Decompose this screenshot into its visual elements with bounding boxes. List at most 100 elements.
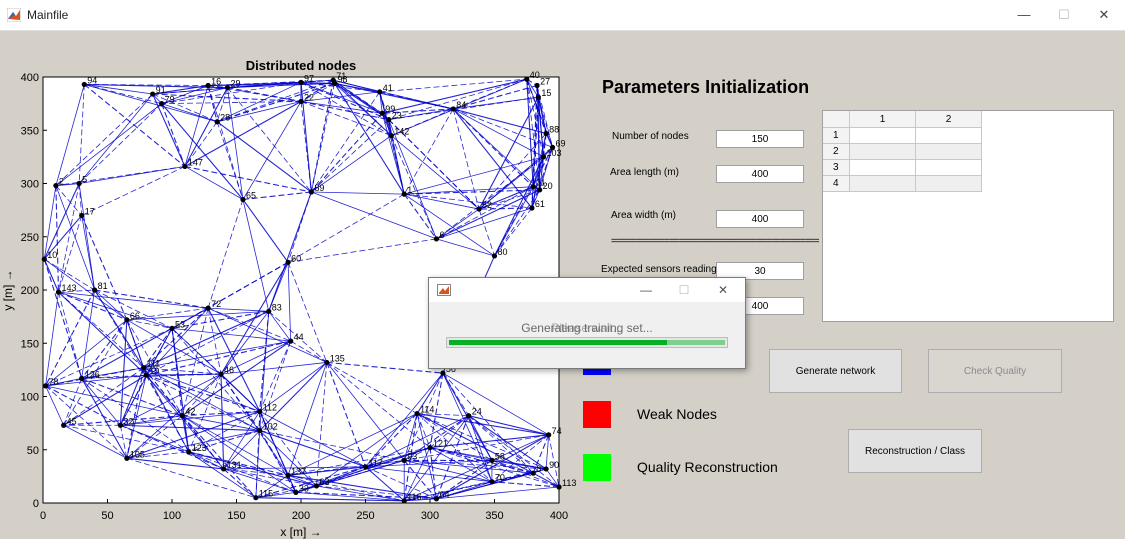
node-point[interactable] (530, 470, 536, 476)
node-point[interactable] (433, 496, 440, 502)
node-point[interactable] (218, 371, 224, 377)
table-cell[interactable] (916, 176, 982, 192)
node-point[interactable] (308, 189, 314, 195)
node-point[interactable] (182, 163, 188, 170)
node-point[interactable] (124, 317, 130, 323)
table-cell[interactable] (916, 160, 982, 176)
node-label: 45 (67, 416, 77, 426)
table-cell[interactable] (850, 160, 916, 176)
table-cell[interactable] (916, 144, 982, 160)
network-plot[interactable]: 949116 2997 719841402715228479992328142 886… (0, 0, 600, 539)
node-point[interactable] (331, 80, 338, 86)
node-point[interactable] (491, 253, 498, 259)
dialog-close-button[interactable]: ✕ (708, 280, 738, 300)
node-point[interactable] (41, 256, 47, 262)
table-cell[interactable] (850, 128, 916, 144)
node-point[interactable] (92, 287, 98, 293)
node-point[interactable] (205, 82, 211, 89)
node-point[interactable] (529, 205, 535, 211)
node-point[interactable] (466, 413, 472, 419)
node-point[interactable] (61, 422, 67, 428)
node-point[interactable] (124, 455, 130, 461)
node-point[interactable] (401, 498, 407, 504)
node-point[interactable] (266, 308, 272, 314)
area-width-input[interactable]: 400 (716, 210, 804, 228)
node-point[interactable] (450, 106, 456, 112)
node-point[interactable] (388, 132, 394, 139)
node-point[interactable] (214, 119, 220, 125)
node-point[interactable] (362, 464, 369, 470)
close-button[interactable]: ✕ (1084, 0, 1124, 30)
node-point[interactable] (489, 457, 495, 463)
node-point[interactable] (150, 91, 156, 97)
node-point[interactable] (313, 483, 320, 489)
data-table[interactable]: 1 2 1 2 3 4 (822, 110, 1114, 322)
node-point[interactable] (379, 110, 385, 116)
node-point[interactable] (534, 82, 540, 89)
table-col-header[interactable]: 1 (850, 111, 916, 128)
table-cell[interactable] (850, 176, 916, 192)
node-point[interactable] (186, 449, 192, 455)
check-quality-button[interactable]: Check Quality (928, 349, 1062, 393)
node-point[interactable] (401, 191, 407, 197)
node-point[interactable] (169, 325, 175, 331)
node-point[interactable] (179, 413, 185, 419)
node-point[interactable] (224, 85, 231, 91)
node-point[interactable] (414, 410, 420, 417)
node-point[interactable] (440, 370, 446, 376)
node-point[interactable] (257, 408, 263, 415)
progress-dialog[interactable]: — ☐ ✕ Generating training set... Please … (428, 277, 746, 369)
node-point[interactable] (298, 98, 304, 105)
dialog-maximize-button[interactable]: ☐ (669, 280, 699, 300)
node-point[interactable] (293, 489, 299, 495)
generate-network-button[interactable]: Generate network (769, 349, 902, 393)
dialog-minimize-button[interactable]: — (631, 280, 661, 300)
node-point[interactable] (401, 457, 407, 463)
node-point[interactable] (427, 445, 433, 451)
node-point[interactable] (143, 372, 149, 378)
node-point[interactable] (257, 427, 263, 434)
node-label: 135 (330, 353, 345, 363)
node-point[interactable] (288, 338, 294, 344)
node-point[interactable] (81, 81, 87, 88)
node-point[interactable] (141, 365, 147, 371)
minimize-button[interactable]: — (1004, 0, 1044, 30)
node-point[interactable] (285, 472, 291, 478)
node-point[interactable] (540, 154, 547, 160)
table-col-header[interactable]: 2 (916, 111, 982, 128)
node-point[interactable] (42, 383, 49, 389)
maximize-button[interactable]: ☐ (1044, 0, 1084, 30)
node-point[interactable] (556, 484, 562, 490)
node-point[interactable] (159, 101, 165, 107)
node-point[interactable] (543, 466, 549, 472)
nodes-count-input[interactable]: 150 (716, 130, 804, 148)
area-length-input[interactable]: 400 (716, 165, 804, 183)
table-cell[interactable] (850, 144, 916, 160)
node-point[interactable] (298, 79, 304, 85)
reconstruction-class-button[interactable]: Reconstruction / Class (848, 429, 982, 473)
node-point[interactable] (543, 130, 549, 137)
node-point[interactable] (117, 422, 123, 428)
node-point[interactable] (530, 184, 536, 190)
node-point[interactable] (240, 196, 246, 203)
table-cell[interactable] (916, 128, 982, 144)
node-point[interactable] (386, 117, 392, 123)
node-point[interactable] (489, 479, 495, 485)
node-point[interactable] (535, 94, 541, 100)
node-point[interactable] (524, 76, 530, 82)
node-point[interactable] (79, 212, 85, 219)
node-point[interactable] (253, 495, 259, 501)
node-point[interactable] (433, 236, 440, 242)
node-point[interactable] (476, 206, 482, 212)
node-point[interactable] (285, 259, 291, 265)
node-point[interactable] (79, 375, 85, 381)
node-point[interactable] (221, 466, 227, 472)
node-point[interactable] (76, 180, 82, 187)
node-point[interactable] (537, 187, 543, 193)
node-point[interactable] (205, 305, 211, 311)
node-point[interactable] (377, 89, 383, 95)
node-point[interactable] (53, 183, 59, 189)
node-point[interactable] (55, 289, 62, 295)
node-point[interactable] (546, 432, 552, 438)
node-point[interactable] (324, 359, 330, 366)
